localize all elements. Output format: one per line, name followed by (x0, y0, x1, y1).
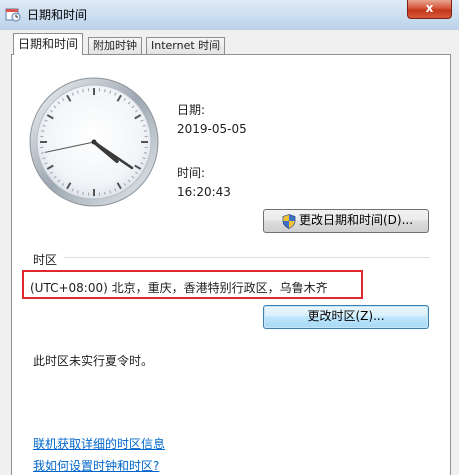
clock-minute-tick (41, 130, 45, 132)
section-divider (64, 257, 430, 258)
clock-minute-tick (82, 89, 84, 93)
window-title: 日期和时间 (27, 8, 88, 22)
timezone-value: (UTC+08:00) 北京，重庆，香港特别行政区，乌鲁木齐 (30, 281, 328, 295)
date-label: 日期: (177, 103, 206, 117)
clock-minute-tick (41, 152, 45, 154)
tab-internet-time[interactable]: Internet 时间 (146, 37, 226, 54)
clock-minute-tick (82, 191, 84, 195)
tab-additional-clocks[interactable]: 附加时钟 (88, 37, 142, 54)
time-value: 16:20:43 (177, 185, 231, 199)
tab-date-time[interactable]: 日期和时间 (13, 33, 84, 55)
clock-minute-tick (143, 130, 147, 132)
date-value: 2019-05-05 (177, 122, 247, 136)
dst-note: 此时区未实行夏令时。 (33, 354, 154, 368)
change-date-time-label: 更改日期和时间(D)... (299, 213, 414, 227)
close-button[interactable]: x (407, 0, 452, 19)
online-timezone-info-link[interactable]: 联机获取详细的时区信息 (33, 435, 165, 452)
change-date-time-button[interactable]: 更改日期和时间(D)... (263, 209, 429, 233)
clock-minute-tick (104, 191, 106, 195)
date-time-app-icon (5, 8, 21, 22)
clock-minute-tick (104, 89, 106, 93)
timezone-section-label: 时区 (33, 253, 58, 267)
analog-clock (29, 77, 159, 207)
change-timezone-button[interactable]: 更改时区(Z)... (263, 305, 429, 329)
clock-minute-tick (143, 152, 147, 154)
how-to-set-clock-link[interactable]: 我如何设置时钟和时区? (33, 457, 159, 474)
time-label: 时间: (177, 166, 206, 180)
title-bar: 日期和时间 x (0, 0, 459, 31)
uac-shield-icon (282, 214, 296, 229)
